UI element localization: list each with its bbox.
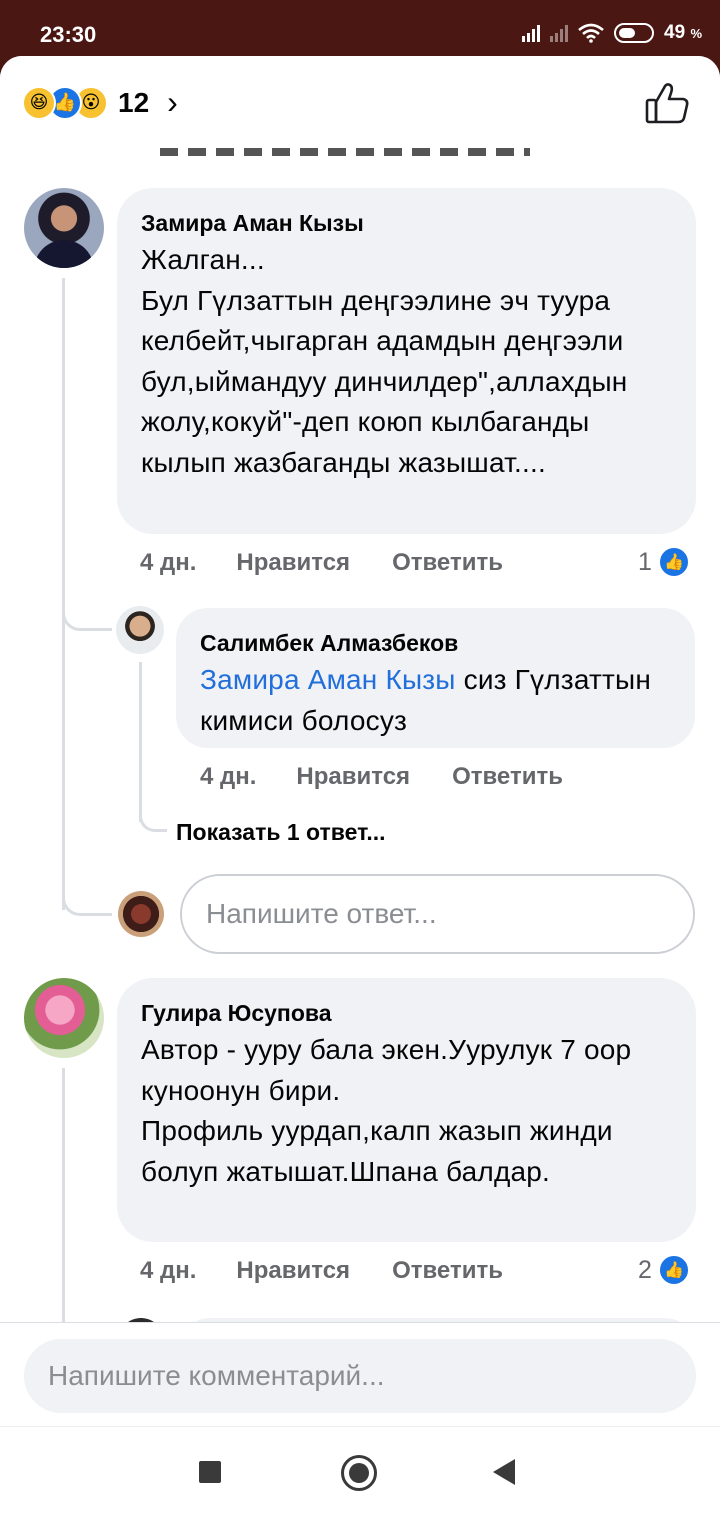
reply-button[interactable]: Ответить (392, 1257, 503, 1285)
comment-like-count[interactable]: 2 👍 (638, 1254, 690, 1286)
haha-reaction-icon: 😆 (22, 85, 56, 120)
comment-actions: 4 дн. Нравится Ответить (200, 763, 563, 791)
comment-text: Жалган... Бул Гүлзаттын деңгээлине эч ту… (141, 244, 628, 478)
reaction-count: 12 (118, 86, 150, 118)
mention-link[interactable]: Замира Аман Кызы (200, 664, 456, 695)
recent-apps-icon[interactable] (199, 1461, 221, 1483)
comment-author[interactable]: Гулира Юсупова (141, 996, 672, 1030)
comment-composer-area: Напишите комментарий... (0, 1322, 720, 1426)
status-time: 23:30 (40, 22, 97, 47)
thread-line (62, 1068, 65, 1328)
like-icon: 👍 (657, 546, 690, 578)
battery-percent: 49 % (664, 22, 702, 43)
like-icon: 👍 (657, 1254, 690, 1286)
like-button[interactable]: Нравится (236, 1257, 350, 1285)
reply-input[interactable]: Напишите ответ... (180, 874, 695, 954)
reactions-summary[interactable]: 😆 👍 😮 12 › (22, 84, 178, 121)
thread-line (62, 278, 65, 910)
reply-button[interactable]: Ответить (392, 549, 503, 577)
comment-author[interactable]: Замира Аман Кызы (141, 206, 672, 240)
comment-bubble[interactable]: Гулира Юсупова Автор - ууру бала экен.Уу… (117, 978, 696, 1242)
comment-time[interactable]: 4 дн. (140, 1257, 196, 1285)
signal-icon-secondary (550, 24, 569, 42)
avatar[interactable] (24, 188, 104, 268)
thread-line-hook (139, 796, 167, 832)
like-button[interactable]: Нравится (236, 549, 350, 577)
reply-button[interactable]: Ответить (452, 763, 563, 791)
avatar[interactable] (24, 978, 104, 1058)
comment-like-count[interactable]: 1 👍 (638, 546, 690, 578)
reply-bubble[interactable]: Салимбек Алмазбеков Замира Аман Кызы сиз… (176, 608, 695, 748)
thread-line-hook (62, 596, 112, 631)
comments-sheet: 😆 👍 😮 12 › Замира Аман Кызы Жалган... Бу… (0, 56, 720, 1520)
comment-input[interactable]: Напишите комментарий... (24, 1339, 696, 1413)
comment-actions: 4 дн. Нравится Ответить (140, 1257, 503, 1285)
thread-line-hook (62, 882, 112, 916)
comment-text: Замира Аман Кызы сиз Гүлзаттын кимиси бо… (200, 664, 652, 736)
avatar[interactable] (116, 606, 164, 654)
reactions-header: 😆 👍 😮 12 › (0, 56, 720, 148)
comment-author[interactable]: Салимбек Алмазбеков (200, 626, 671, 660)
comment-time[interactable]: 4 дн. (140, 549, 196, 577)
status-icons: 49 % (522, 22, 702, 44)
comment-actions: 4 дн. Нравится Ответить (140, 549, 503, 577)
battery-icon (614, 23, 655, 43)
comment-text: Автор - ууру бала экен.Уурулук 7 оор кун… (141, 1034, 632, 1187)
comment-time[interactable]: 4 дн. (200, 763, 256, 791)
home-icon[interactable] (341, 1455, 377, 1491)
show-replies-link[interactable]: Показать 1 ответ... (176, 819, 386, 846)
comment-bubble[interactable]: Замира Аман Кызы Жалган... Бул Гүлзаттын… (117, 188, 696, 534)
back-icon[interactable] (493, 1459, 515, 1485)
avatar (118, 891, 164, 937)
thumbs-up-outline-icon[interactable] (644, 80, 690, 126)
truncated-previous-text (160, 148, 530, 156)
system-nav-bar (0, 1426, 720, 1520)
chevron-right-icon: › (167, 84, 178, 120)
signal-icon (522, 24, 541, 42)
wifi-icon (578, 23, 604, 43)
like-button[interactable]: Нравится (296, 763, 410, 791)
